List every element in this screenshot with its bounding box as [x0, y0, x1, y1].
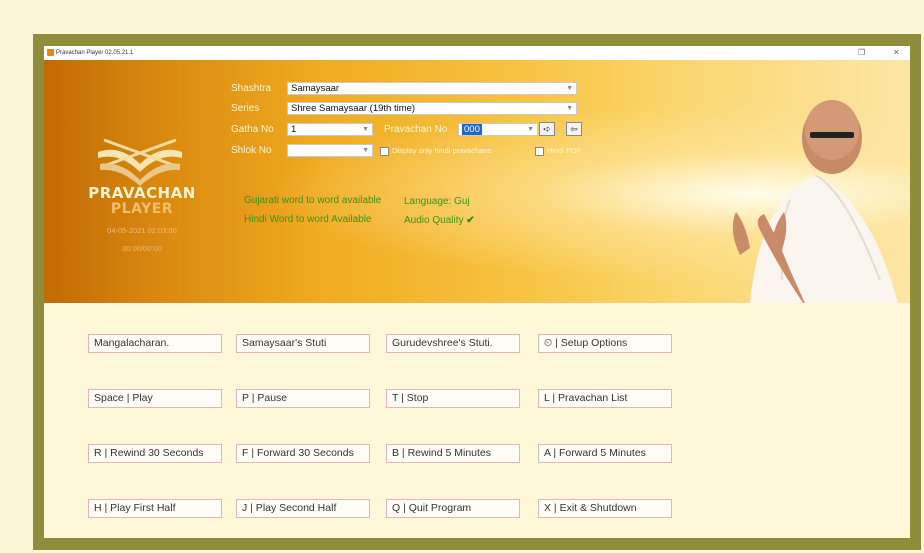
- play-first-half-button[interactable]: H | Play First Half: [88, 499, 222, 518]
- gatha-value: 1: [291, 124, 297, 135]
- hindi-pdf-checkbox[interactable]: Hindi PDF: [535, 146, 581, 156]
- play-second-half-button[interactable]: J | Play Second Half: [236, 499, 370, 518]
- play-button[interactable]: Space | Play: [88, 389, 222, 408]
- shlok-select[interactable]: ▼: [287, 144, 373, 157]
- pravachan-value: 000: [462, 124, 482, 135]
- chevron-down-icon: ▼: [362, 147, 369, 154]
- restore-icon[interactable]: ❐: [858, 46, 865, 60]
- frame-left: [33, 34, 44, 550]
- series-value: Shree Samaysaar (19th time): [291, 103, 416, 114]
- samaysaar-stuti-button[interactable]: Samaysaar's Stuti: [236, 334, 370, 353]
- series-select[interactable]: Shree Samaysaar (19th time) ▼: [287, 102, 577, 115]
- gatha-label: Gatha No: [231, 124, 274, 135]
- prev-pravachan-button[interactable]: ⇦: [566, 122, 582, 136]
- hindi-word-status: Hindi Word to word Available: [244, 214, 372, 225]
- window-title: Pravachan Player 02.05.21.1: [56, 50, 134, 56]
- shashtra-select[interactable]: Samaysaar ▼: [287, 82, 577, 95]
- app-icon: [47, 49, 54, 56]
- title-bar: Pravachan Player 02.05.21.1 ❐ ✕: [44, 46, 910, 60]
- hindi-pdf-label: Hindi PDF: [547, 146, 582, 155]
- forward-5-minutes-button[interactable]: A | Forward 5 Minutes: [538, 444, 672, 463]
- series-label: Series: [231, 103, 260, 114]
- chevron-down-icon: ▼: [362, 126, 369, 133]
- frame-top: [33, 34, 921, 46]
- setup-options-button[interactable]: ⏲ | Setup Options: [538, 334, 672, 353]
- checkbox-box: [535, 146, 544, 156]
- audio-quality-status: Audio Quality ✔: [404, 215, 475, 226]
- pause-button[interactable]: P | Pause: [236, 389, 370, 408]
- next-pravachan-button[interactable]: ➪: [539, 122, 555, 136]
- datetime-display: 04-05-2021 02:03:00: [107, 226, 177, 235]
- pravachan-list-button[interactable]: L | Pravachan List: [538, 389, 672, 408]
- shlok-label: Shlok No: [231, 145, 272, 156]
- hindi-only-checkbox[interactable]: Display only hindi pravachans: [380, 146, 491, 156]
- gatha-select[interactable]: 1 ▼: [287, 123, 373, 136]
- app-window: Pravachan Player 02.05.21.1 ❐ ✕ PRAVACHA…: [44, 46, 910, 538]
- checkbox-box: [380, 146, 389, 156]
- hindi-only-label: Display only hindi pravachans: [392, 146, 492, 155]
- chevron-down-icon: ▼: [566, 105, 573, 112]
- mangalacharan-button[interactable]: Mangalacharan.: [88, 334, 222, 353]
- header-banner: PRAVACHAN PLAYER 04-05-2021 02:03:00 00:…: [44, 60, 910, 303]
- language-status: Language: Guj: [404, 196, 470, 207]
- chevron-down-icon: ▼: [566, 85, 573, 92]
- shashtra-label: Shashtra: [231, 83, 272, 94]
- pravachan-select[interactable]: 000 ▼: [458, 123, 538, 136]
- frame-bottom: [33, 538, 921, 550]
- frame-right: [910, 34, 921, 550]
- close-icon[interactable]: ✕: [893, 46, 900, 60]
- quit-program-button[interactable]: Q | Quit Program: [386, 499, 520, 518]
- check-icon: ✔: [466, 215, 475, 226]
- exit-shutdown-button[interactable]: X | Exit & Shutdown: [538, 499, 672, 518]
- gurudevshree-stuti-button[interactable]: Gurudevshree's Stuti.: [386, 334, 520, 353]
- rewind-5-minutes-button[interactable]: B | Rewind 5 Minutes: [386, 444, 520, 463]
- pravachan-label: Pravachan No: [384, 124, 448, 135]
- stop-button[interactable]: T | Stop: [386, 389, 520, 408]
- forward-30-seconds-button[interactable]: F | Forward 30 Seconds: [236, 444, 370, 463]
- shashtra-value: Samaysaar: [291, 83, 340, 94]
- logo-subtitle: PLAYER: [110, 201, 174, 217]
- guru-portrait: [732, 100, 898, 303]
- rewind-30-seconds-button[interactable]: R | Rewind 30 Seconds: [88, 444, 222, 463]
- chevron-down-icon: ▼: [527, 126, 534, 133]
- audio-quality-label: Audio Quality: [404, 215, 464, 226]
- logo-title: PRAVACHAN: [88, 184, 196, 202]
- timer-display: 00:00/00:00: [122, 244, 162, 253]
- gujarati-word-status: Gujarati word to word available: [244, 195, 382, 206]
